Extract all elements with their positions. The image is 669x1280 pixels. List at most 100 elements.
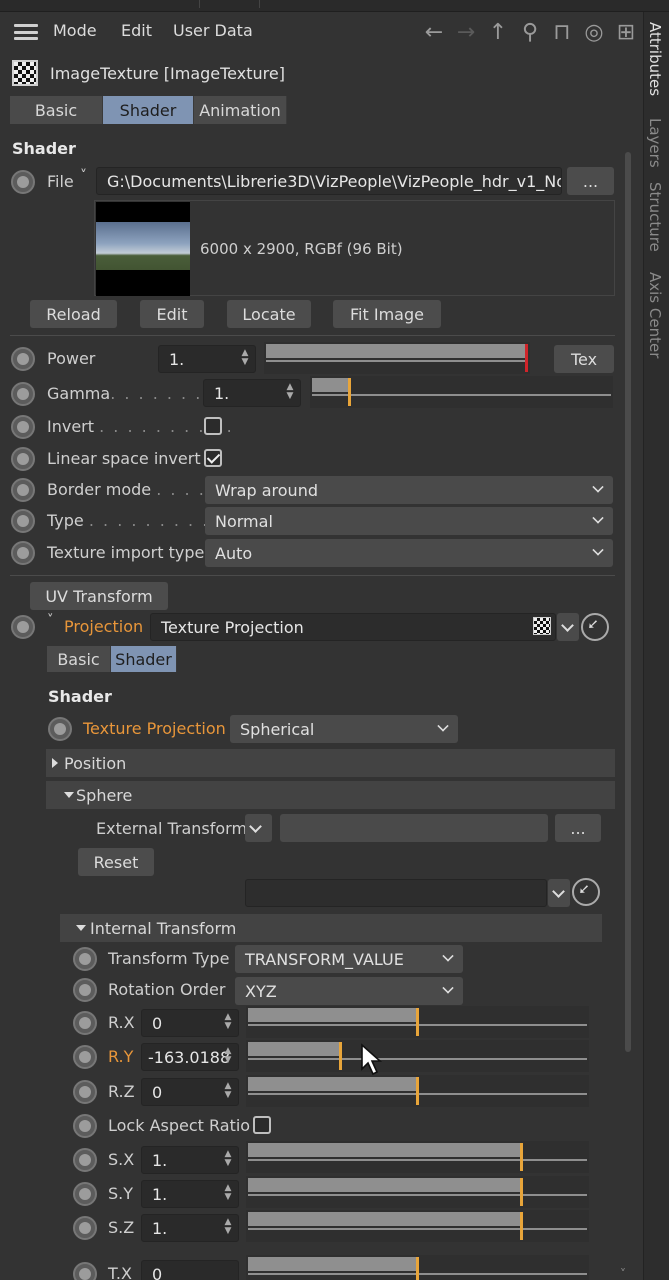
position-group[interactable]: Position [46,749,615,777]
ry-input[interactable]: -163.0188 ▲ ▼ [141,1043,239,1071]
sy-slider[interactable] [246,1176,589,1208]
ry-spinner-icon[interactable]: ▲ ▼ [222,1047,234,1067]
sz-spinner-icon[interactable]: ▲ ▼ [222,1218,234,1238]
ry-anim-toggle[interactable] [73,1045,97,1069]
tx-input[interactable]: 0 [141,1260,239,1280]
rx-input[interactable]: 0 ▲ ▼ [141,1009,239,1037]
rotation-order-dropdown[interactable]: XYZ [235,977,463,1005]
rz-slider[interactable] [246,1075,589,1107]
border-mode-dropdown[interactable]: Wrap around [205,476,613,504]
arrow-up-icon[interactable]: ↑ [485,20,511,45]
lock-anim-toggle[interactable] [73,1114,97,1138]
sz-anim-toggle[interactable] [73,1216,97,1240]
sx-anim-toggle[interactable] [73,1148,97,1172]
power-slider-handle[interactable] [525,344,528,372]
sy-spinner-icon[interactable]: ▲ ▼ [222,1184,234,1204]
tit-anim-toggle[interactable] [11,541,35,565]
invert-checkbox[interactable] [204,417,222,435]
projection-link-field[interactable]: Texture Projection [150,613,556,641]
file-path-field[interactable]: G:\Documents\Librerie3D\VizPeople\VizPeo… [96,167,562,195]
pick-object-icon[interactable] [581,613,609,641]
reload-button[interactable]: Reload [30,300,117,328]
type-dropdown[interactable]: Normal [205,507,613,535]
tx-slider-handle[interactable] [416,1257,419,1280]
projection-collapse-chevron-icon[interactable]: ˅ [47,613,54,628]
texture-projection-dropdown[interactable]: Spherical [230,715,458,743]
reset-link-field[interactable] [245,879,547,907]
gamma-slider-handle[interactable] [348,378,351,406]
sz-slider-handle[interactable] [520,1212,523,1240]
rx-slider[interactable] [246,1006,589,1038]
power-slider[interactable] [264,342,530,374]
pick-object-icon-2[interactable] [572,878,600,906]
sz-input[interactable]: 1. ▲ ▼ [141,1214,239,1242]
lock-icon[interactable]: ⊓ [549,20,575,45]
ry-slider-handle[interactable] [339,1042,342,1070]
rx-spinner-icon[interactable]: ▲ ▼ [222,1013,234,1033]
sidetab-structure[interactable]: Structure [646,182,664,252]
reset-button[interactable]: Reset [78,848,154,876]
arrow-left-icon[interactable]: ← [421,20,447,45]
menu-edit[interactable]: Edit [121,21,152,40]
file-browse-button[interactable]: ... [567,167,614,195]
search-icon[interactable]: ⚲ [517,20,543,45]
menu-user-data[interactable]: User Data [173,21,253,40]
rz-slider-handle[interactable] [416,1077,419,1105]
lsi-anim-toggle[interactable] [11,447,35,471]
sy-input[interactable]: 1. ▲ ▼ [141,1180,239,1208]
sx-spinner-icon[interactable]: ▲ ▼ [222,1150,234,1170]
edit-button[interactable]: Edit [140,300,204,328]
sy-slider-handle[interactable] [520,1178,523,1206]
scrollbar[interactable] [625,152,631,1052]
reset-link-chevron-icon[interactable] [548,879,570,907]
tp-anim-toggle[interactable] [48,717,72,741]
sx-slider[interactable] [246,1141,589,1173]
transform-type-dropdown[interactable]: TRANSFORM_VALUE [235,945,463,973]
lock-aspect-ratio-checkbox[interactable] [253,1116,271,1134]
sidetab-axis-center[interactable]: Axis Center [646,272,664,358]
texture-import-type-dropdown[interactable]: Auto [205,539,613,567]
file-anim-toggle[interactable] [11,170,35,194]
external-transform-field[interactable] [280,814,548,842]
ro-anim-toggle[interactable] [73,978,97,1002]
scroll-down-icon[interactable]: ˅ [620,1267,626,1280]
new-window-icon[interactable]: ⊞ [613,20,639,45]
linear-space-invert-checkbox[interactable] [204,449,222,467]
gamma-input[interactable]: 1. ▲ ▼ [203,379,301,407]
internal-transform-group[interactable]: Internal Transform [60,914,602,942]
tab-shader[interactable]: Shader [103,96,194,124]
power-input[interactable]: 1. ▲ ▼ [158,345,256,373]
rz-input[interactable]: 0 ▲ ▼ [141,1078,239,1106]
menu-mode[interactable]: Mode [53,21,97,40]
rx-slider-handle[interactable] [416,1008,419,1036]
subtab-basic[interactable]: Basic [47,646,111,672]
gamma-spinner-icon[interactable]: ▲ ▼ [284,383,296,403]
uv-transform-button[interactable]: UV Transform [30,582,168,610]
fit-image-button[interactable]: Fit Image [333,300,441,328]
tex-button[interactable]: Tex [554,345,614,373]
arrow-right-icon[interactable]: → [453,20,479,45]
power-anim-toggle[interactable] [11,347,35,371]
target-icon[interactable]: ◎ [581,20,607,45]
sy-anim-toggle[interactable] [73,1182,97,1206]
sx-input[interactable]: 1. ▲ ▼ [141,1146,239,1174]
ext-browse-button[interactable]: ... [555,814,601,842]
invert-anim-toggle[interactable] [11,415,35,439]
subtab-shader[interactable]: Shader [111,646,177,672]
rx-anim-toggle[interactable] [73,1011,97,1035]
projection-anim-toggle[interactable] [11,615,35,639]
file-expand-chevron-icon[interactable]: ˅ [80,168,87,184]
rz-anim-toggle[interactable] [73,1080,97,1104]
rz-spinner-icon[interactable]: ▲ ▼ [222,1082,234,1102]
type-anim-toggle[interactable] [11,509,35,533]
ry-slider[interactable] [246,1040,589,1072]
sidetab-attributes[interactable]: Attributes [646,22,664,96]
tx-anim-toggle[interactable] [73,1262,97,1280]
sphere-group[interactable]: Sphere [46,781,615,809]
tab-basic[interactable]: Basic [10,96,103,124]
sz-slider[interactable] [246,1210,589,1242]
locate-button[interactable]: Locate [227,300,311,328]
sidetab-layers[interactable]: Layers [646,118,664,168]
hamburger-icon[interactable] [14,24,38,40]
border-anim-toggle[interactable] [11,478,35,502]
